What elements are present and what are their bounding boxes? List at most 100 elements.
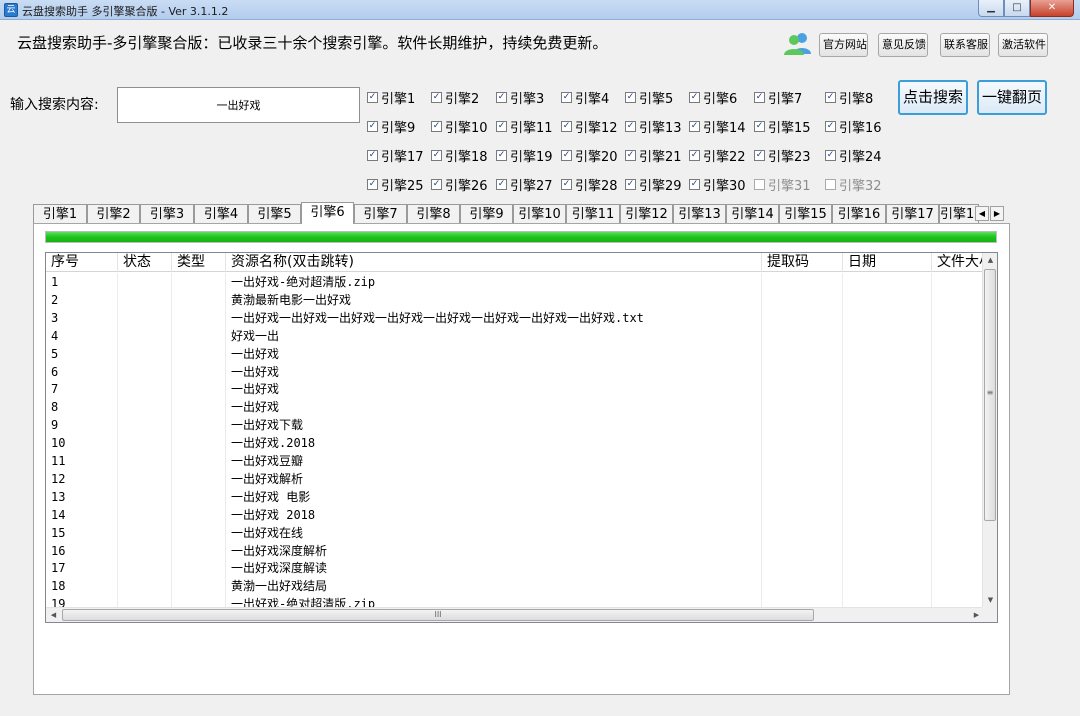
engine-checkbox-30[interactable]: ✓ 引擎30 bbox=[689, 175, 746, 194]
header-col-extract-code[interactable]: 提取码 bbox=[762, 253, 843, 272]
table-row[interactable]: 2 黄渤最新电影一出好戏 bbox=[46, 291, 984, 309]
table-row[interactable]: 7 一出好戏 bbox=[46, 380, 984, 398]
header-col-date[interactable]: 日期 bbox=[843, 253, 932, 272]
checkbox-checked-icon[interactable]: ✓ bbox=[625, 91, 636, 103]
engine-checkbox-29[interactable]: ✓ 引擎29 bbox=[625, 175, 682, 194]
checkbox-unchecked-icon[interactable] bbox=[825, 178, 836, 190]
engine-checkbox-7[interactable]: ✓ 引擎7 bbox=[754, 88, 802, 107]
checkbox-checked-icon[interactable]: ✓ bbox=[431, 91, 442, 103]
engine-checkbox-8[interactable]: ✓ 引擎8 bbox=[825, 88, 873, 107]
checkbox-checked-icon[interactable]: ✓ bbox=[367, 120, 378, 132]
tab-engine-4[interactable]: 引擎4 bbox=[194, 204, 248, 224]
header-col-index[interactable]: 序号 bbox=[46, 253, 118, 272]
engine-checkbox-26[interactable]: ✓ 引擎26 bbox=[431, 175, 488, 194]
checkbox-checked-icon[interactable]: ✓ bbox=[561, 120, 572, 132]
minimize-button[interactable]: ▁ bbox=[978, 0, 1004, 17]
checkbox-checked-icon[interactable]: ✓ bbox=[625, 178, 636, 190]
checkbox-checked-icon[interactable]: ✓ bbox=[625, 120, 636, 132]
table-row[interactable]: 8 一出好戏 bbox=[46, 398, 984, 416]
engine-checkbox-18[interactable]: ✓ 引擎18 bbox=[431, 146, 488, 165]
tab-engine-18[interactable]: 引擎18 bbox=[939, 204, 979, 224]
table-row[interactable]: 17 一出好戏深度解读 bbox=[46, 559, 984, 577]
tab-engine-14[interactable]: 引擎14 bbox=[726, 204, 779, 224]
engine-checkbox-24[interactable]: ✓ 引擎24 bbox=[825, 146, 882, 165]
engine-checkbox-9[interactable]: ✓ 引擎9 bbox=[367, 117, 415, 136]
next-page-button[interactable]: 一键翻页 bbox=[977, 80, 1047, 115]
engine-checkbox-28[interactable]: ✓ 引擎28 bbox=[561, 175, 618, 194]
checkbox-checked-icon[interactable]: ✓ bbox=[689, 149, 700, 161]
engine-checkbox-21[interactable]: ✓ 引擎21 bbox=[625, 146, 682, 165]
tab-engine-12[interactable]: 引擎12 bbox=[620, 204, 673, 224]
table-row[interactable]: 13 一出好戏 电影 bbox=[46, 488, 984, 506]
engine-checkbox-6[interactable]: ✓ 引擎6 bbox=[689, 88, 737, 107]
checkbox-checked-icon[interactable]: ✓ bbox=[689, 91, 700, 103]
table-row[interactable]: 11 一出好戏豆瓣 bbox=[46, 452, 984, 470]
tab-engine-2[interactable]: 引擎2 bbox=[87, 204, 140, 224]
tab-scroll-right[interactable]: ▶ bbox=[990, 206, 1004, 221]
engine-checkbox-11[interactable]: ✓ 引擎11 bbox=[496, 117, 553, 136]
table-row[interactable]: 9 一出好戏下载 bbox=[46, 416, 984, 434]
engine-checkbox-15[interactable]: ✓ 引擎15 bbox=[754, 117, 811, 136]
engine-checkbox-20[interactable]: ✓ 引擎20 bbox=[561, 146, 618, 165]
table-row[interactable]: 15 一出好戏在线 bbox=[46, 524, 984, 542]
tab-engine-8[interactable]: 引擎8 bbox=[407, 204, 460, 224]
table-row[interactable]: 3 一出好戏一出好戏一出好戏一出好戏一出好戏一出好戏一出好戏一出好戏.txt bbox=[46, 309, 984, 327]
header-col-file-size[interactable]: 文件大小 bbox=[932, 253, 984, 272]
engine-checkbox-25[interactable]: ✓ 引擎25 bbox=[367, 175, 424, 194]
checkbox-checked-icon[interactable]: ✓ bbox=[431, 149, 442, 161]
checkbox-checked-icon[interactable]: ✓ bbox=[431, 120, 442, 132]
engine-checkbox-3[interactable]: ✓ 引擎3 bbox=[496, 88, 544, 107]
engine-checkbox-1[interactable]: ✓ 引擎1 bbox=[367, 88, 415, 107]
checkbox-checked-icon[interactable]: ✓ bbox=[825, 91, 836, 103]
table-row[interactable]: 6 一出好戏 bbox=[46, 363, 984, 381]
engine-checkbox-16[interactable]: ✓ 引擎16 bbox=[825, 117, 882, 136]
checkbox-checked-icon[interactable]: ✓ bbox=[561, 178, 572, 190]
checkbox-checked-icon[interactable]: ✓ bbox=[689, 120, 700, 132]
tab-engine-17[interactable]: 引擎17 bbox=[886, 204, 939, 224]
checkbox-checked-icon[interactable]: ✓ bbox=[367, 178, 378, 190]
table-row[interactable]: 16 一出好戏深度解析 bbox=[46, 542, 984, 560]
checkbox-checked-icon[interactable]: ✓ bbox=[561, 149, 572, 161]
engine-checkbox-10[interactable]: ✓ 引擎10 bbox=[431, 117, 488, 136]
checkbox-checked-icon[interactable]: ✓ bbox=[754, 120, 765, 132]
vertical-scrollbar[interactable]: ▲ ≡ ▼ bbox=[982, 253, 997, 608]
tab-engine-13[interactable]: 引擎13 bbox=[673, 204, 726, 224]
checkbox-checked-icon[interactable]: ✓ bbox=[431, 178, 442, 190]
scroll-left-arrow[interactable]: ◀ bbox=[46, 608, 61, 622]
engine-checkbox-14[interactable]: ✓ 引擎14 bbox=[689, 117, 746, 136]
contact-support-button[interactable]: 联系客服 bbox=[940, 33, 990, 57]
checkbox-checked-icon[interactable]: ✓ bbox=[689, 178, 700, 190]
table-row[interactable]: 1 一出好戏-绝对超清版.zip bbox=[46, 273, 984, 291]
checkbox-checked-icon[interactable]: ✓ bbox=[367, 149, 378, 161]
scroll-up-arrow[interactable]: ▲ bbox=[983, 253, 997, 268]
checkbox-checked-icon[interactable]: ✓ bbox=[496, 120, 507, 132]
official-site-button[interactable]: 官方网站 bbox=[819, 33, 868, 57]
engine-checkbox-17[interactable]: ✓ 引擎17 bbox=[367, 146, 424, 165]
engine-checkbox-27[interactable]: ✓ 引擎27 bbox=[496, 175, 553, 194]
horizontal-scrollbar[interactable]: ◀ III ▶ bbox=[46, 607, 984, 622]
checkbox-checked-icon[interactable]: ✓ bbox=[496, 149, 507, 161]
table-row[interactable]: 14 一出好戏 2018 bbox=[46, 506, 984, 524]
tab-engine-10[interactable]: 引擎10 bbox=[513, 204, 566, 224]
table-row[interactable]: 18 黄渤一出好戏结局 bbox=[46, 577, 984, 595]
engine-checkbox-5[interactable]: ✓ 引擎5 bbox=[625, 88, 673, 107]
search-input[interactable] bbox=[117, 87, 360, 123]
vertical-scroll-thumb[interactable]: ≡ bbox=[984, 269, 996, 521]
tab-engine-1[interactable]: 引擎1 bbox=[33, 204, 87, 224]
tab-engine-16[interactable]: 引擎16 bbox=[832, 204, 886, 224]
checkbox-checked-icon[interactable]: ✓ bbox=[496, 91, 507, 103]
engine-checkbox-31[interactable]: 引擎31 bbox=[754, 175, 811, 194]
engine-checkbox-22[interactable]: ✓ 引擎22 bbox=[689, 146, 746, 165]
checkbox-checked-icon[interactable]: ✓ bbox=[825, 120, 836, 132]
tab-engine-15[interactable]: 引擎15 bbox=[779, 204, 832, 224]
tab-engine-7[interactable]: 引擎7 bbox=[354, 204, 407, 224]
tab-engine-6[interactable]: 引擎6 bbox=[301, 202, 354, 224]
checkbox-checked-icon[interactable]: ✓ bbox=[825, 149, 836, 161]
checkbox-checked-icon[interactable]: ✓ bbox=[561, 91, 572, 103]
horizontal-scroll-thumb[interactable]: III bbox=[62, 609, 814, 621]
tab-engine-9[interactable]: 引擎9 bbox=[460, 204, 513, 224]
tab-scroll-left[interactable]: ◀ bbox=[975, 206, 989, 221]
checkbox-checked-icon[interactable]: ✓ bbox=[625, 149, 636, 161]
checkbox-checked-icon[interactable]: ✓ bbox=[754, 149, 765, 161]
checkbox-checked-icon[interactable]: ✓ bbox=[754, 91, 765, 103]
